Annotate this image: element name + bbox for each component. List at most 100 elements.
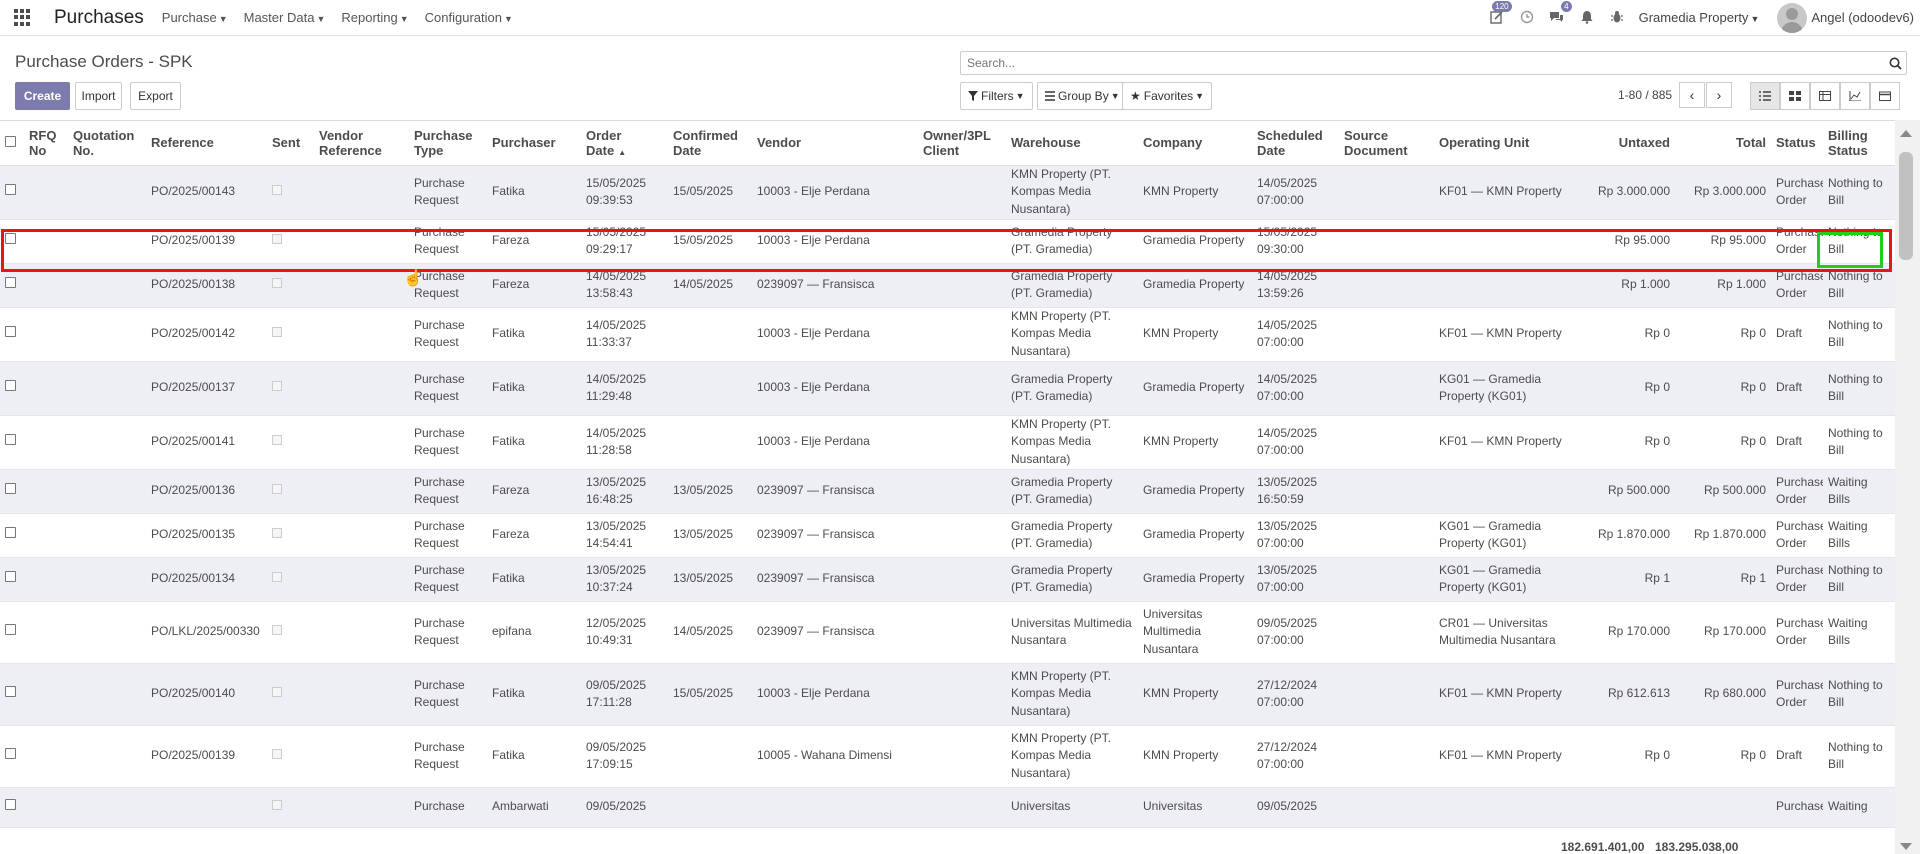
activities-icon[interactable]: 120 <box>1489 0 1512 26</box>
import-button[interactable]: Import <box>75 82 122 110</box>
table-row[interactable]: PO/2025/00135 Purchase Request Fareza 13/05… <box>0 513 1895 558</box>
row-checkbox[interactable] <box>0 307 24 362</box>
menu-purchase[interactable]: Purchase ▼ <box>162 10 228 25</box>
pager-next-icon[interactable]: › <box>1706 82 1732 108</box>
select-all-checkbox[interactable] <box>0 121 24 166</box>
table-row[interactable]: PO/2025/00136 Purchase Request Fareza 13/05… <box>0 469 1895 514</box>
row-checkbox[interactable] <box>0 415 24 470</box>
table-row[interactable]: PO/2025/00143 Purchase Request Fatika 15/05… <box>0 165 1895 220</box>
bell-icon[interactable] <box>1579 10 1595 26</box>
pager-value[interactable]: 1-80 / 885 <box>1618 88 1672 102</box>
col-total[interactable]: Total <box>1675 121 1771 166</box>
table-row[interactable]: PO/2025/00142 Purchase Request Fatika 14/05… <box>0 307 1895 362</box>
col-purchaser[interactable]: Purchaser <box>487 121 581 166</box>
kanban-view-icon[interactable] <box>1780 82 1810 110</box>
cell-vendor-ref <box>314 307 409 362</box>
list-view-icon[interactable] <box>1750 82 1780 110</box>
graph-view-icon[interactable] <box>1840 82 1870 110</box>
app-brand[interactable]: Purchases <box>54 7 144 29</box>
row-checkbox[interactable] <box>0 513 24 558</box>
col-warehouse[interactable]: Warehouse <box>1006 121 1138 166</box>
table-row[interactable]: PO/2025/00139 Purchase Request Fareza 15/05… <box>0 219 1895 264</box>
cell-source-document <box>1339 725 1434 788</box>
row-checkbox[interactable] <box>0 469 24 514</box>
row-checkbox[interactable] <box>0 725 24 788</box>
col-reference[interactable]: Reference <box>146 121 267 166</box>
cell-purchase-type: Purchase Request <box>409 415 487 470</box>
pivot-view-icon[interactable] <box>1810 82 1840 110</box>
sent-checkbox <box>272 484 282 495</box>
row-checkbox[interactable] <box>0 601 24 664</box>
company-switcher[interactable]: Gramedia Property ▼ <box>1639 10 1760 25</box>
col-source-document[interactable]: Source Document <box>1339 121 1434 166</box>
filters-button[interactable]: Filters ▼ <box>960 82 1033 110</box>
sent-checkbox <box>272 327 282 338</box>
table-row[interactable]: PO/LKL/2025/00330 Purchase Request epifana… <box>0 601 1895 664</box>
scroll-down-icon[interactable] <box>1900 843 1912 850</box>
bug-icon[interactable] <box>1609 10 1625 26</box>
col-billing-status[interactable]: Billing Status <box>1823 121 1895 166</box>
export-button[interactable]: Export <box>130 82 181 110</box>
cell-untaxed: Rp 1 <box>1579 557 1675 602</box>
menu-reporting[interactable]: Reporting ▼ <box>341 10 408 25</box>
user-menu[interactable]: Angel (odoodev6) <box>1811 10 1914 25</box>
scrollbar-thumb[interactable] <box>1899 152 1913 260</box>
search-input[interactable] <box>967 56 1884 70</box>
col-vendor-reference[interactable]: Vendor Reference <box>314 121 409 166</box>
col-purchase-type[interactable]: Purchase Type <box>409 121 487 166</box>
row-checkbox[interactable] <box>0 663 24 726</box>
cell-confirmed-date: 13/05/2025 <box>668 513 752 558</box>
cell-scheduled-date: 09/05/2025 <box>1252 787 1339 828</box>
col-operating-unit[interactable]: Operating Unit <box>1434 121 1579 166</box>
chevron-down-icon: ▼ <box>1110 91 1120 101</box>
table-row[interactable]: Purchase Ambarwati 09/05/2025 Universitas Un… <box>0 787 1895 828</box>
col-confirmed-date[interactable]: Confirmed Date <box>668 121 752 166</box>
apps-menu-icon[interactable] <box>14 8 32 27</box>
cell-total: Rp 500.000 <box>1675 469 1771 514</box>
chevron-down-icon: ▼ <box>1195 91 1205 101</box>
cell-source-document <box>1339 263 1434 308</box>
row-checkbox[interactable] <box>0 361 24 416</box>
avatar[interactable] <box>1777 2 1808 33</box>
col-company[interactable]: Company <box>1138 121 1252 166</box>
pager-previous-icon[interactable]: ‹ <box>1679 82 1705 108</box>
col-rfq-no[interactable]: RFQ No <box>24 121 68 166</box>
menu-master-data[interactable]: Master Data ▼ <box>244 10 326 25</box>
calendar-view-icon[interactable] <box>1870 82 1900 110</box>
messages-icon[interactable]: 4 <box>1549 0 1572 26</box>
cell-owner-client <box>918 557 1006 602</box>
row-checkbox[interactable] <box>0 219 24 264</box>
menu-configuration[interactable]: Configuration ▼ <box>425 10 513 25</box>
col-vendor[interactable]: Vendor <box>752 121 918 166</box>
create-button[interactable]: Create <box>15 82 70 110</box>
col-order-date[interactable]: Order Date ▲ <box>581 121 668 166</box>
cell-sent <box>267 415 314 470</box>
col-untaxed[interactable]: Untaxed <box>1579 121 1675 166</box>
table-row[interactable]: PO/2025/00134 Purchase Request Fatika 13/05… <box>0 557 1895 602</box>
col-scheduled-date[interactable]: Scheduled Date <box>1252 121 1339 166</box>
table-row[interactable]: PO/2025/00139 Purchase Request Fatika 09/05… <box>0 725 1895 788</box>
row-checkbox[interactable] <box>0 165 24 220</box>
row-checkbox[interactable] <box>0 787 24 828</box>
cell-owner-client <box>918 601 1006 664</box>
row-checkbox[interactable] <box>0 557 24 602</box>
group-by-button[interactable]: Group By ▼ <box>1037 82 1128 110</box>
table-row[interactable]: PO/2025/00137 Purchase Request Fatika 14/05… <box>0 361 1895 416</box>
search-icon[interactable] <box>1884 52 1906 74</box>
col-status[interactable]: Status <box>1771 121 1823 166</box>
clock-icon[interactable] <box>1519 10 1535 26</box>
col-sent[interactable]: Sent <box>267 121 314 166</box>
cell-rfq <box>24 219 68 264</box>
favorites-button[interactable]: ★ Favorites ▼ <box>1122 82 1213 110</box>
table-row[interactable]: PO/2025/00141 Purchase Request Fatika 14/05… <box>0 415 1895 470</box>
scroll-up-icon[interactable] <box>1900 130 1912 137</box>
cell-source-document <box>1339 557 1434 602</box>
table-row[interactable]: PO/2025/00138 Purchase Request Fareza 14/05… <box>0 263 1895 308</box>
row-checkbox[interactable] <box>0 263 24 308</box>
cell-billing-status: Waiting Bills <box>1823 601 1895 664</box>
col-quotation-no[interactable]: Quotation No. <box>68 121 146 166</box>
cell-untaxed: Rp 612.613 <box>1579 663 1675 726</box>
table-row[interactable]: PO/2025/00140 Purchase Request Fatika 09/05… <box>0 663 1895 726</box>
col-owner-client[interactable]: Owner/3PL Client <box>918 121 1006 166</box>
cell-reference: PO/2025/00139 <box>146 219 267 264</box>
